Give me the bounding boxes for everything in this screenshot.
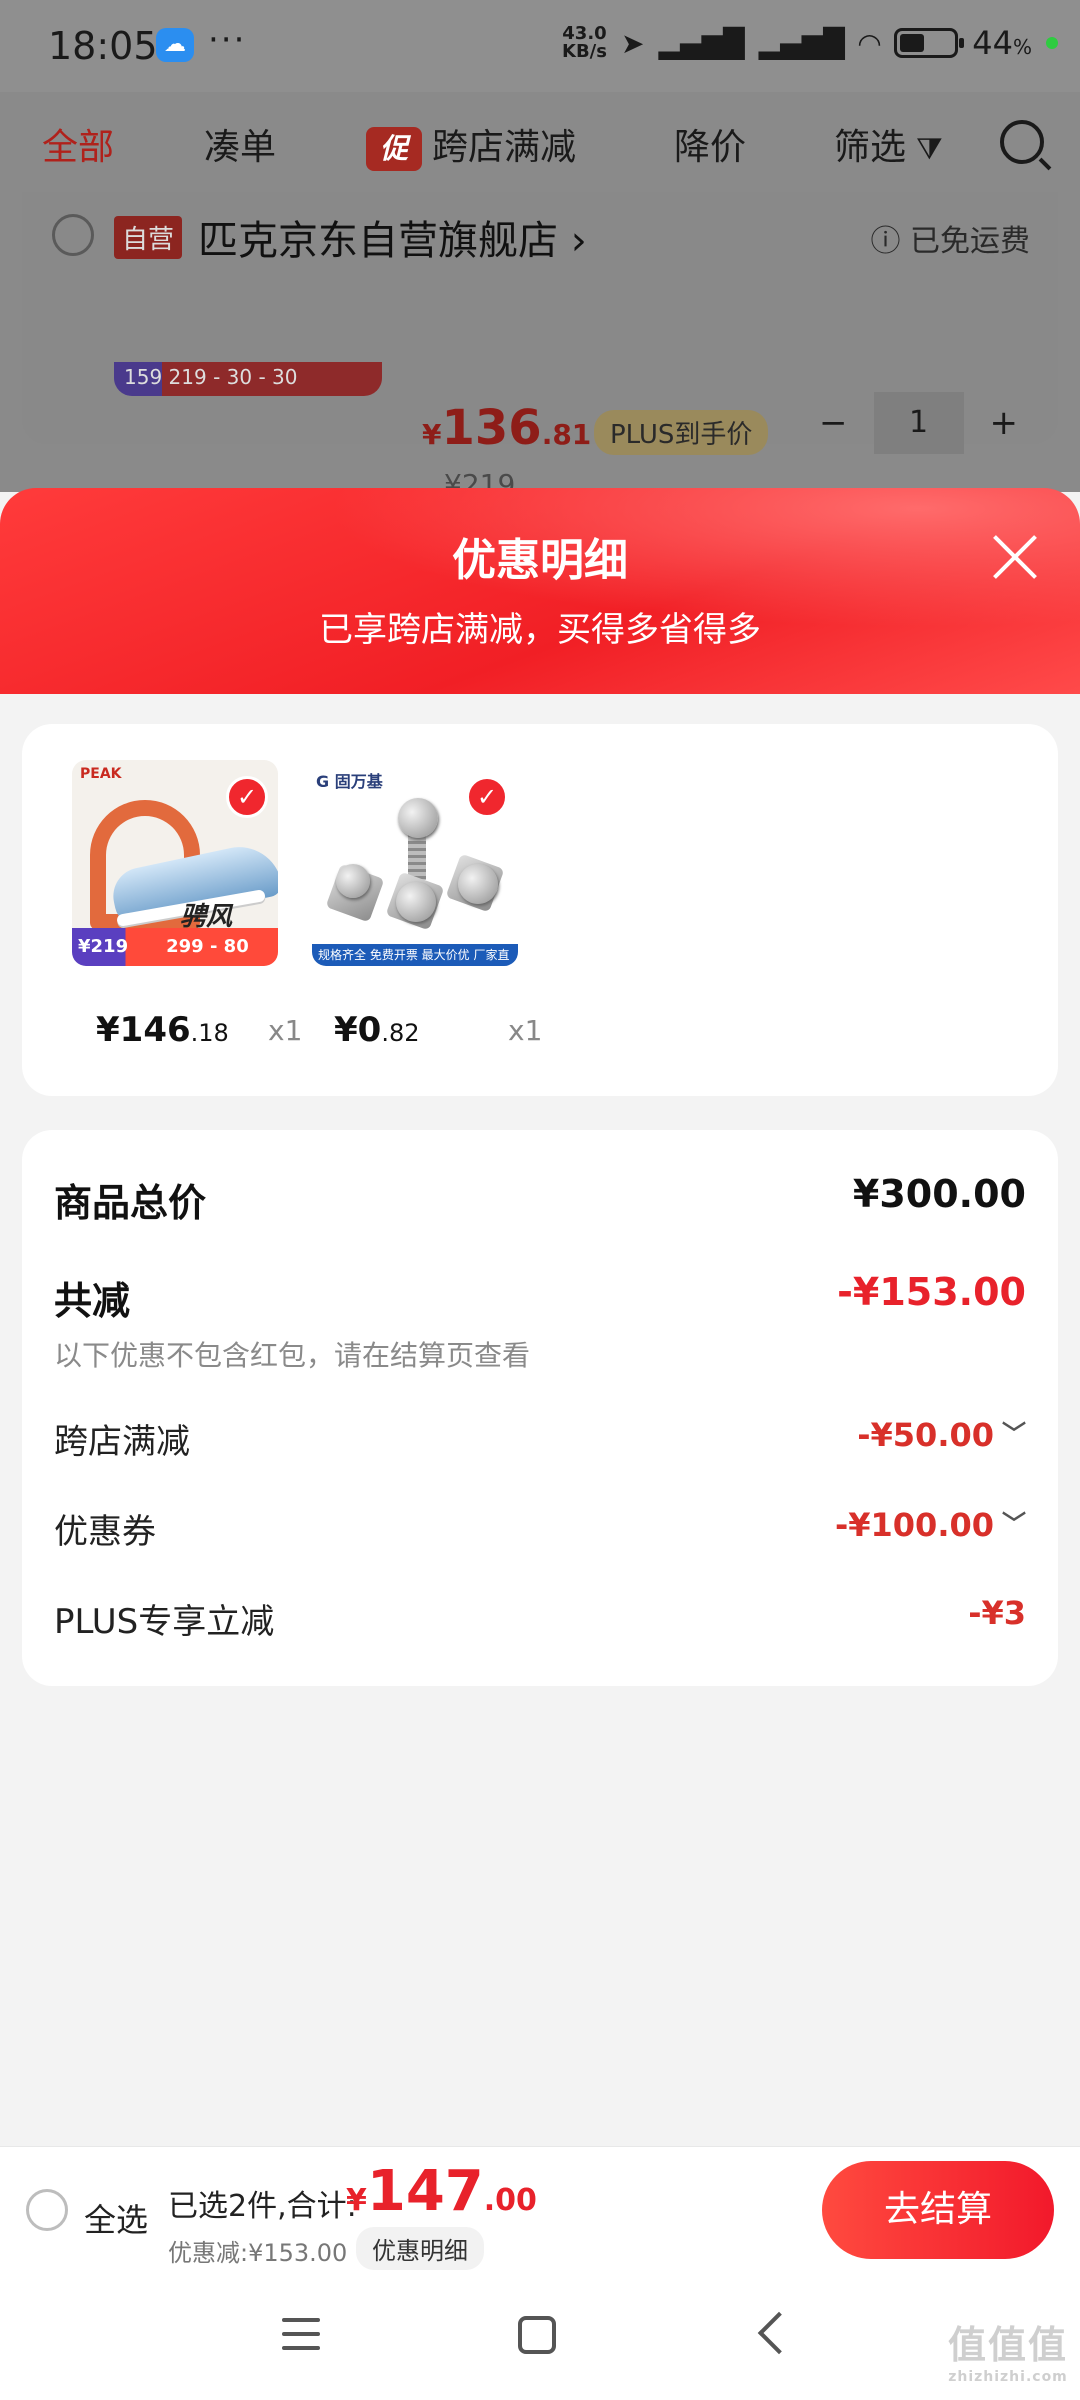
cart-tabs: 全部 凑单 促跨店满减 降价 筛选 ⧩ <box>0 92 1080 192</box>
status-bar: 18:05 ☁ ··· 43.0 KB/s ➤ ▂▄▆█ ▂▄▆█ ◠ 44% <box>0 0 1080 92</box>
discount-detail-button[interactable]: 优惠明细 <box>356 2227 484 2270</box>
tab-cross-store[interactable]: 促跨店满减 <box>366 118 576 171</box>
chevron-down-icon: ﹀ <box>1002 1420 1026 1448</box>
promo-badge-icon: 促 <box>366 127 422 171</box>
self-operated-tag: 自营 <box>114 216 183 259</box>
product-price: ¥0.82 <box>334 1010 420 1050</box>
product-image-shoe: PEAK 骋风 ¥219 299 - 80 ✓ <box>72 760 278 966</box>
discount-detail-header: 优惠明细 已享跨店满减，买得多省得多 <box>0 488 1080 694</box>
discount-amount: 优惠减:¥153.00 <box>168 2239 348 2267</box>
location-icon: ➤ <box>620 26 645 60</box>
price-summary-card: 商品总价 ¥300.00 共减 -¥153.00 以下优惠不包含红包，请在结算页… <box>22 1130 1058 1686</box>
discount-detail-body: PEAK 骋风 ¥219 299 - 80 ✓ ¥146.18 x1 G 固万基 … <box>0 694 1080 2146</box>
product-quantity: x1 <box>268 1014 303 1047</box>
store-select-radio[interactable] <box>52 214 94 256</box>
select-all-label[interactable]: 全选 <box>84 2195 148 2241</box>
free-shipping-label: ⓘ 已免运费 <box>870 224 1030 259</box>
discount-total: -¥153.00 <box>837 1270 1026 1314</box>
privacy-indicator-icon <box>1046 37 1058 49</box>
selected-count: 已选2件,合计: <box>168 2189 357 2224</box>
chevron-down-icon: ﹀ <box>1002 1510 1026 1538</box>
chevron-right-icon: › <box>570 218 587 264</box>
search-icon[interactable] <box>1000 120 1044 164</box>
tab-bundle[interactable]: 凑单 <box>204 118 276 170</box>
quantity-value[interactable]: 1 <box>873 392 964 454</box>
modal-title: 优惠明细 <box>452 535 628 586</box>
close-icon[interactable] <box>990 532 1040 582</box>
wifi-icon: ◠ <box>858 26 881 60</box>
more-notifications-icon: ··· <box>208 20 247 60</box>
watermark-logo: 值值值 zhizhizhi.com <box>947 2323 1068 2385</box>
product-thumb-strip: 159 219 - 30 - 30 <box>114 362 382 396</box>
cart-page-dimmed: 全部 凑单 促跨店满减 降价 筛选 ⧩ 自营 匹克京东自营旗舰店 › ⓘ 已免运费… <box>0 92 1080 501</box>
signal-icon-1: ▂▄▆█ <box>658 26 745 60</box>
product-item-screw[interactable]: G 固万基 规格齐全 免费开票 最大价优 厂家直销 ✓ ¥0.82 x1 <box>312 760 552 1050</box>
grand-total: ¥147.00 <box>346 2159 537 2224</box>
select-all-radio[interactable] <box>26 2189 68 2231</box>
selected-products-card: PEAK 骋风 ¥219 299 - 80 ✓ ¥146.18 x1 G 固万基 … <box>22 724 1058 1096</box>
weather-app-icon: ☁ <box>156 28 194 62</box>
status-indicators: 43.0 KB/s ➤ ▂▄▆█ ▂▄▆█ ◠ 44% <box>562 24 1058 62</box>
guwanji-logo: G 固万基 <box>316 772 383 791</box>
menu-icon[interactable] <box>282 2318 320 2352</box>
product-item-shoe[interactable]: PEAK 骋风 ¥219 299 - 80 ✓ ¥146.18 x1 <box>72 760 312 1050</box>
battery-icon <box>894 28 965 58</box>
product-image-screw: G 固万基 规格齐全 免费开票 最大价优 厂家直销 ✓ <box>312 760 518 966</box>
status-time: 18:05 <box>48 24 158 68</box>
system-nav-bar: 值值值 zhizhizhi.com <box>0 2274 1080 2400</box>
total-price: ¥300.00 <box>852 1172 1026 1216</box>
network-speed: 43.0 KB/s <box>562 23 607 62</box>
quantity-stepper: − 1 + <box>819 392 1018 454</box>
battery-percent: 44% <box>972 24 1032 62</box>
decrease-button[interactable]: − <box>819 403 848 443</box>
tab-price-drop[interactable]: 降价 <box>674 118 746 170</box>
product-quantity: x1 <box>508 1014 543 1047</box>
back-icon[interactable] <box>757 2311 801 2355</box>
peak-logo: PEAK <box>80 766 122 782</box>
tab-all[interactable]: 全部 <box>42 118 114 170</box>
home-icon[interactable] <box>518 2316 556 2354</box>
checkout-button[interactable]: 去结算 <box>822 2161 1054 2259</box>
store-card: 自营 匹克京东自营旗舰店 › ⓘ 已免运费 159 219 - 30 - 30 … <box>22 192 1058 501</box>
checked-icon: ✓ <box>466 776 508 818</box>
modal-subtitle: 已享跨店满减，买得多省得多 <box>319 610 761 650</box>
increase-button[interactable]: + <box>990 403 1019 443</box>
store-name[interactable]: 匹克京东自营旗舰店 › <box>198 208 587 266</box>
tab-filter[interactable]: 筛选 ⧩ <box>834 118 943 170</box>
filter-icon: ⧩ <box>916 132 943 167</box>
checked-icon: ✓ <box>226 776 268 818</box>
plus-price-tag: PLUS到手价 <box>594 410 769 455</box>
product-price: ¥136.81 <box>422 400 592 456</box>
checkout-bar: 全选 已选2件,合计: ¥147.00 优惠减:¥153.00 优惠明细 去结算 <box>0 2146 1080 2274</box>
signal-icon-2: ▂▄▆█ <box>758 26 845 60</box>
product-price: ¥146.18 <box>96 1010 229 1050</box>
